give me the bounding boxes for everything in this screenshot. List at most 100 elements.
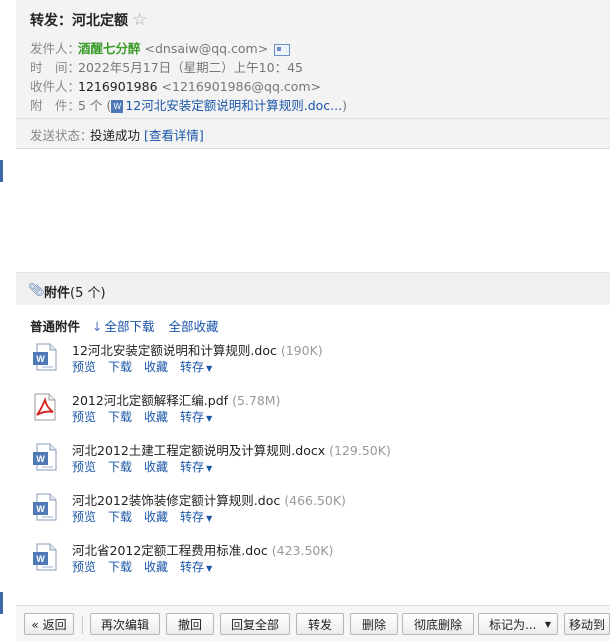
download-link[interactable]: 下载 [108,460,132,474]
attachment-name[interactable]: 河北2012装饰装修定额计算规则.doc [72,493,280,508]
preview-link[interactable]: 预览 [72,360,96,374]
toolbar-separator [82,616,83,634]
attachment-first-link[interactable]: 12河北安装定额说明和计算规则.doc... [125,98,342,113]
word-file-icon[interactable]: W [32,493,58,521]
attachment-filename[interactable]: 河北省2012定额工程费用标准.doc (423.50K) [72,540,333,559]
reply-all-button[interactable]: 回复全部 [220,613,290,635]
status-label: 发送状态： [30,128,93,143]
normal-attachments-label: 普通附件 [30,319,81,334]
download-arrow-icon: ↓ [92,319,103,334]
caret-down-icon: ▼ [206,464,213,473]
attachment-item: W 12河北安装定额说明和计算规则.doc (190K) 预览 下载 收藏 转存 ▼ [32,339,592,383]
attachment-filename[interactable]: 河北2012装饰装修定额计算规则.doc (466.50K) [72,490,346,509]
collect-link[interactable]: 收藏 [144,560,168,574]
attachment-item: W 河北2012土建工程定额说明及计算规则.docx (129.50K) 预览 下载 收藏… [32,439,592,483]
forward-button[interactable]: 转发 [296,613,344,635]
mail-toolbar: « 返回 再次编辑 撤回 回复全部 转发 删除 彻底删除 标记为... ▼ 移动到 [16,605,610,641]
delete-permanently-button[interactable]: 彻底删除 [402,613,474,635]
preview-link[interactable]: 预览 [72,510,96,524]
from-address: <dnsaiw@qq.com> [144,41,269,56]
left-edge-marker [0,160,3,182]
save-to-link[interactable]: 转存 ▼ [180,410,212,424]
attachment-size: (466.50K) [284,493,346,508]
from-name[interactable]: 酒醒七分醉 [78,41,141,56]
attachment-name[interactable]: 河北省2012定额工程费用标准.doc [72,543,268,558]
save-to-link[interactable]: 转存 ▼ [180,360,212,374]
download-link[interactable]: 下载 [108,410,132,424]
download-link[interactable]: 下载 [108,360,132,374]
star-icon[interactable]: ☆ [132,10,147,30]
mail-subject: 转发：河北定额 ☆ [30,10,147,30]
attachment-actions: 预览 下载 收藏 转存 ▼ [72,358,224,375]
to-label: 收件人： [30,79,81,94]
save-to-label: 转存 [180,460,205,474]
collect-link[interactable]: 收藏 [144,510,168,524]
attachment-toolbar: 普通附件 ↓ 全部下载 全部收藏 [30,316,219,335]
recall-button[interactable]: 撤回 [166,613,214,635]
save-to-link[interactable]: 转存 ▼ [180,510,212,524]
word-file-icon[interactable]: W [32,343,58,371]
header-divider [16,118,610,119]
attachment-item: 2012河北定额解释汇编.pdf (5.78M) 预览 下载 收藏 转存 ▼ [32,389,592,433]
collect-link[interactable]: 收藏 [144,410,168,424]
collect-link[interactable]: 收藏 [144,360,168,374]
word-doc-icon: W [111,100,124,113]
attachment-actions: 预览 下载 收藏 转存 ▼ [72,558,224,575]
download-link[interactable]: 下载 [108,560,132,574]
preview-link[interactable]: 预览 [72,460,96,474]
attachment-filename[interactable]: 12河北安装定额说明和计算规则.doc (190K) [72,340,323,359]
word-file-icon[interactable]: W [32,443,58,471]
svg-text:W: W [36,354,45,364]
attachment-size: (190K) [280,343,323,358]
collect-all-link[interactable]: 全部收藏 [169,319,219,334]
attachment-paren-close: ) [342,98,347,113]
from-row: 发件人：酒醒七分醉 <dnsaiw@qq.com> [30,38,291,57]
caret-down-icon: ▼ [206,564,213,573]
paperclip-icon: 📎︎ [28,283,45,298]
preview-link[interactable]: 预览 [72,560,96,574]
download-all-link[interactable]: 全部下载 [105,319,155,334]
attachment-name[interactable]: 12河北安装定额说明和计算规则.doc [72,343,277,358]
save-to-label: 转存 [180,410,205,424]
word-file-icon[interactable]: W [32,543,58,571]
attachment-label: 附 件： [30,98,81,113]
to-name[interactable]: 1216901986 [78,79,158,94]
mail-header: 转发：河北定额 ☆ 发件人：酒醒七分醉 <dnsaiw@qq.com> 时 间：2… [16,0,610,149]
subject-text: 转发：河北定额 [30,13,128,29]
attachment-actions: 预览 下载 收藏 转存 ▼ [72,458,224,475]
attachment-count: 5 个 [78,98,103,113]
attachment-filename[interactable]: 河北2012土建工程定额说明及计算规则.docx (129.50K) [72,440,391,459]
contact-card-icon[interactable] [274,43,291,56]
preview-link[interactable]: 预览 [72,410,96,424]
back-button[interactable]: « 返回 [24,613,74,635]
status-detail-link[interactable]: [查看详情] [144,128,204,143]
caret-down-icon: ▼ [206,364,213,373]
attachment-header: 📎︎ 附件(5 个) [16,272,610,305]
left-edge [0,0,16,640]
from-label: 发件人： [30,41,81,56]
download-link[interactable]: 下载 [108,510,132,524]
attachment-row: 附 件：5 个 (W 12河北安装定额说明和计算规则.doc...) [30,95,347,114]
save-to-label: 转存 [180,510,205,524]
attachment-filename[interactable]: 2012河北定额解释汇编.pdf (5.78M) [72,390,280,409]
attachment-item: W 河北省2012定额工程费用标准.doc (423.50K) 预览 下载 收藏 转存 ▼ [32,539,592,583]
delete-button[interactable]: 删除 [350,613,398,635]
mail-body [16,149,610,271]
mark-as-label: 标记为... [489,618,537,632]
attachment-actions: 预览 下载 收藏 转存 ▼ [72,408,224,425]
reedit-button[interactable]: 再次编辑 [90,613,160,635]
mark-as-dropdown[interactable]: 标记为... ▼ [478,613,558,635]
attachment-name[interactable]: 河北2012土建工程定额说明及计算规则.docx [72,443,325,458]
save-to-link[interactable]: 转存 ▼ [180,460,212,474]
save-to-label: 转存 [180,560,205,574]
status-row: 发送状态：投递成功 [查看详情] [30,125,204,144]
attachment-name[interactable]: 2012河北定额解释汇编.pdf [72,393,228,408]
svg-text:W: W [36,554,45,564]
svg-text:W: W [36,504,45,514]
attachment-title: 附件(5 个) [44,282,106,301]
collect-link[interactable]: 收藏 [144,460,168,474]
save-to-link[interactable]: 转存 ▼ [180,560,212,574]
pdf-file-icon[interactable] [32,393,58,421]
attachment-list: 普通附件 ↓ 全部下载 全部收藏 W 12河北安装定额说明和计算规则.doc (190K… [16,305,610,593]
move-to-dropdown[interactable]: 移动到 [564,613,610,635]
